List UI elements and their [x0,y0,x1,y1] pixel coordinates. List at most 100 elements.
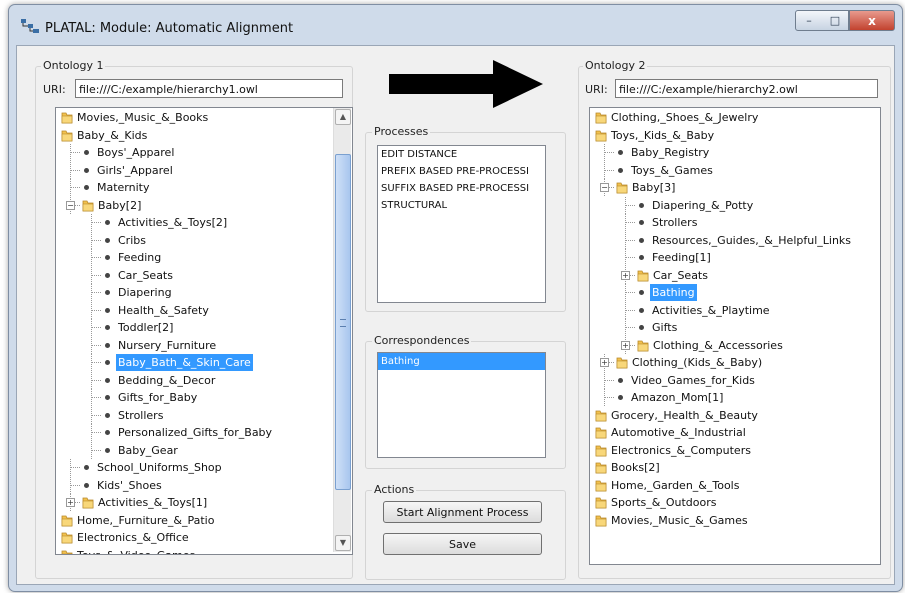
tree-node[interactable]: Clothing,_Shoes_&_Jewelry [590,109,880,126]
tree-node[interactable]: Amazon_Mom[1] [590,389,880,406]
tree-node[interactable]: Movies,_Music_&_Books [56,109,352,126]
folder-icon [61,129,73,142]
ontology2-tree[interactable]: Clothing,_Shoes_&_Jewelry Toys,_Kids_&_Ba… [589,107,881,565]
list-item[interactable]: EDIT DISTANCE [378,146,545,163]
tree-node[interactable]: Baby_Bath_&_Skin_Care [56,354,352,371]
tree-node[interactable]: Movies,_Music_&_Games [590,512,880,529]
tree-node[interactable]: Baby_Gear [56,441,352,459]
node-bullet-icon [84,465,89,470]
list-item[interactable]: SUFFIX BASED PRE-PROCESSI [378,180,545,197]
tree-node[interactable]: Electronics_&_Office [56,529,352,546]
tree-node[interactable]: School_Uniforms_Shop [56,459,352,476]
tree-node[interactable]: Strollers [56,406,352,424]
tree-node[interactable]: Baby_&_Kids [56,127,352,144]
tree-node-label: Kids'_Shoes [97,478,162,492]
node-bullet-icon [105,325,110,330]
close-icon: x [868,13,876,28]
tree-node-label: Grocery,_Health_&_Beauty [611,408,758,422]
tree-node[interactable]: Gifts_for_Baby [56,389,352,406]
title-bar[interactable]: PLATAL: Module: Automatic Alignment – □ … [9,5,902,45]
ontology1-scrollbar[interactable]: ▲ ▼ [333,108,351,552]
ontology1-uri-input[interactable]: file:///C:/example/hierarchy1.owl [75,79,343,98]
tree-node[interactable]: Bathing [590,284,880,301]
tree-node[interactable]: + Activities_&_Toys[1] [56,494,352,511]
ontology1-tree[interactable]: Movies,_Music_&_Books Baby_&_Kids Boys'_Ap… [55,107,353,555]
tree-node[interactable]: Car_Seats [56,266,352,284]
tree-node-label: Books[2] [611,461,660,474]
processes-list[interactable]: EDIT DISTANCE PREFIX BASED PRE-PROCESSI SU… [377,145,546,303]
tree-node-label: Baby[3] [632,181,676,194]
start-alignment-button[interactable]: Start Alignment Process [383,501,542,523]
tree-connector [70,484,80,486]
tree-node[interactable]: Sports_&_Outdoors [590,494,880,511]
correspondences-list[interactable]: Bathing [377,352,546,458]
node-bullet-icon [105,307,110,313]
minimize-button[interactable]: – [795,10,823,31]
tree-node-label: Home,_Furniture_&_Patio [77,513,215,527]
tree-node[interactable]: − Baby[3] [590,179,880,196]
scroll-up-icon[interactable]: ▲ [335,109,351,125]
tree-connector [70,476,71,494]
tree-connector [91,371,92,389]
scroll-down-icon[interactable]: ▼ [335,535,351,551]
tree-connector [625,284,626,301]
tree-node[interactable]: + Clothing_(Kids_&_Baby) [590,354,880,371]
maximize-button[interactable]: □ [822,10,849,31]
tree-node[interactable]: − Baby[2] [56,196,352,214]
tree-node[interactable]: Automotive_&_Industrial [590,424,880,441]
list-item[interactable]: PREFIX BASED PRE-PROCESSI [378,163,545,180]
tree-node[interactable]: Books[2] [590,459,880,476]
tree-node[interactable]: Grocery,_Health_&_Beauty [590,407,880,424]
tree-node[interactable]: Girls'_Apparel [56,161,352,179]
tree-node[interactable]: Strollers [590,214,880,231]
tree-node[interactable]: Toys_&_Video_Games [56,547,352,554]
tree-connector [91,249,92,266]
expand-icon[interactable]: + [621,340,630,350]
tree-node[interactable]: Feeding[1] [590,249,880,266]
tree-node[interactable]: Baby_Registry [590,144,880,161]
tree-node[interactable]: + Car_Seats [590,266,880,284]
tree-node[interactable]: Health_&_Safety [56,301,352,319]
node-bullet-icon [105,255,110,260]
tree-node[interactable]: Video_Games_for_Kids [590,371,880,389]
expand-icon[interactable]: + [621,270,630,280]
tree-connector [91,239,101,241]
node-bullet-icon [105,412,110,418]
tree-node[interactable]: Resources,_Guides,_&_Helpful_Links [590,231,880,249]
tree-node[interactable]: Feeding [56,249,352,266]
node-bullet-icon [639,255,644,260]
save-button[interactable]: Save [383,533,542,555]
ontology2-uri-input[interactable]: file:///C:/example/hierarchy2.owl [615,79,878,98]
list-item[interactable]: Bathing [378,353,545,370]
tree-node[interactable]: Bedding_&_Decor [56,371,352,389]
tree-node[interactable]: + Clothing_&_Accessories [590,336,880,354]
folder-icon [637,269,649,282]
tree-node[interactable]: Electronics_&_Computers [590,442,880,459]
tree-node[interactable]: Personalized_Gifts_for_Baby [56,424,352,441]
tree-node[interactable]: Gifts [590,319,880,336]
tree-node[interactable]: Maternity [56,179,352,196]
collapse-icon[interactable]: − [600,183,609,192]
tree-node[interactable]: Activities_&_Playtime [590,301,880,319]
tree-node-label: Sports_&_Outdoors [611,496,717,509]
folder-icon [616,181,628,194]
close-button[interactable]: x [849,10,895,31]
tree-node[interactable]: Home,_Garden_&_Tools [590,477,880,494]
tree-node-label: Movies,_Music_&_Books [77,111,209,124]
tree-node[interactable]: Kids'_Shoes [56,476,352,494]
tree-node[interactable]: Toys_&_Games [590,161,880,179]
tree-node[interactable]: Nursery_Furniture [56,336,352,354]
tree-node[interactable]: Activities_&_Toys[2] [56,214,352,231]
tree-node[interactable]: Diapering [56,284,352,301]
tree-node[interactable]: Toddler[2] [56,319,352,336]
tree-node[interactable]: Cribs [56,231,352,249]
collapse-icon[interactable]: − [66,200,75,210]
expand-icon[interactable]: + [600,358,609,367]
tree-node[interactable]: Diapering_&_Potty [590,196,880,214]
scroll-thumb[interactable] [335,154,351,490]
tree-node[interactable]: Boys'_Apparel [56,144,352,161]
tree-node[interactable]: Toys,_Kids_&_Baby [590,127,880,144]
list-item[interactable]: STRUCTURAL [378,197,545,214]
expand-icon[interactable]: + [66,498,75,507]
tree-node[interactable]: Home,_Furniture_&_Patio [56,512,352,529]
